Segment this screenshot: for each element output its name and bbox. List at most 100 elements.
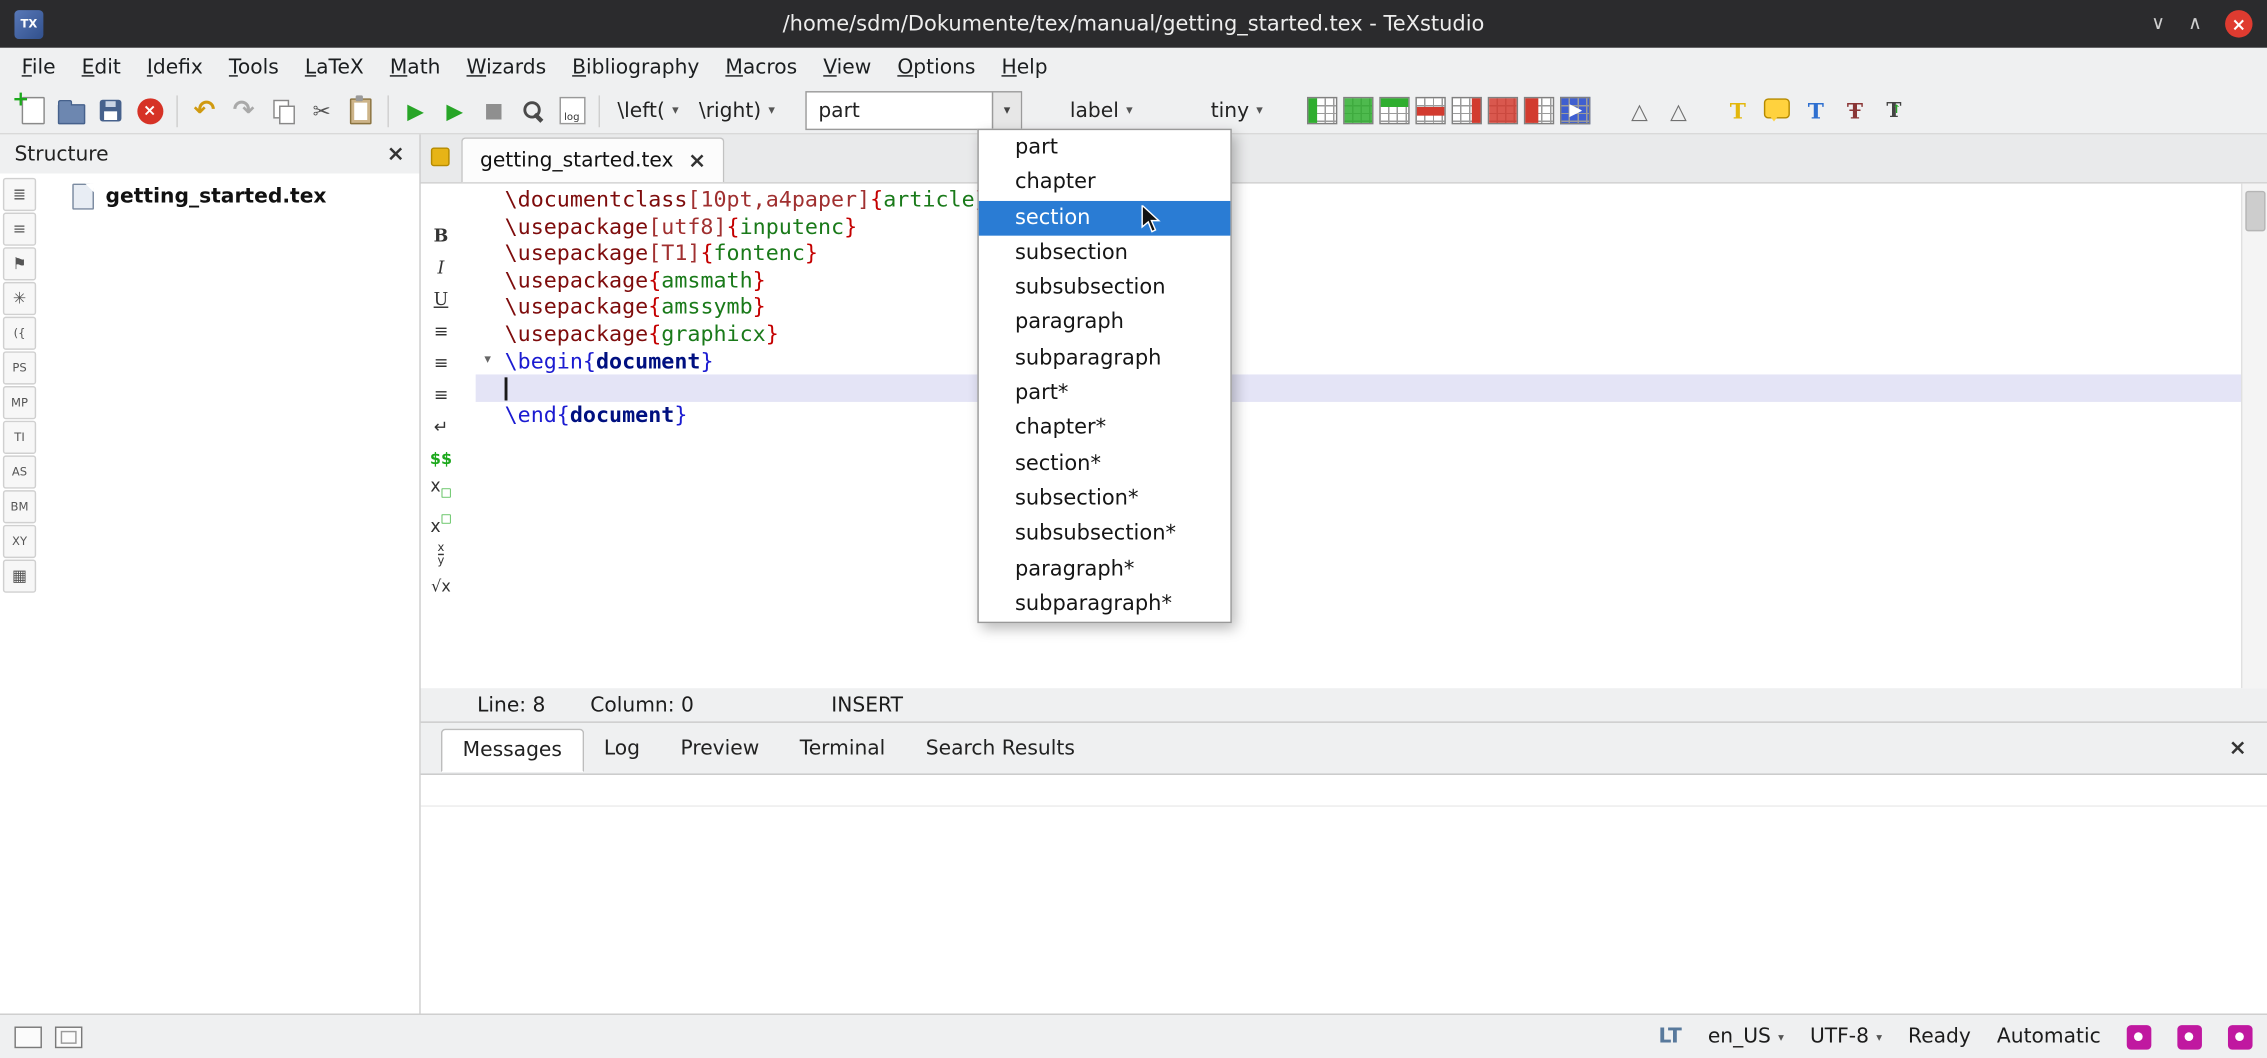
code-line-9[interactable]: \end{document} (505, 402, 988, 429)
redo-button[interactable]: ↷ (224, 92, 263, 130)
sqrt-icon[interactable]: √x (425, 571, 457, 600)
bookmarks-icon[interactable]: ⚑ (3, 247, 36, 280)
inline-math-icon[interactable]: $$ (425, 444, 457, 473)
code-line-2[interactable]: \usepackage[utf8]{inputenc} (505, 213, 988, 240)
brackets-icon[interactable]: ({ (3, 317, 36, 350)
dropdown-item-paragraph[interactable]: paragraph (979, 306, 1231, 341)
menu-item-view[interactable]: View (810, 51, 884, 86)
cut-button[interactable]: ✂ (302, 92, 341, 130)
beamer-icon[interactable]: BM (3, 490, 36, 523)
dropdown-item-subsubsection-star[interactable]: subsubsection* (979, 517, 1231, 552)
code-area[interactable]: \documentclass[10pt,a4paper]{article}\us… (505, 187, 988, 429)
tikz-icon[interactable]: TI (3, 421, 36, 454)
remove-column-icon[interactable] (1452, 97, 1482, 124)
align-right-icon[interactable]: ≡ (425, 380, 457, 409)
code-line-3[interactable]: \usepackage[T1]{fontenc} (505, 240, 988, 267)
tab-messages[interactable]: Messages (441, 728, 584, 771)
triangle-button-1[interactable]: △ (1620, 92, 1659, 130)
dropdown-item-section[interactable]: section (979, 200, 1231, 235)
subscript-icon[interactable]: x□ (425, 476, 457, 505)
italic-icon[interactable]: I (425, 253, 457, 282)
code-line-8[interactable] (505, 375, 988, 402)
structure-view-icon[interactable]: ≣ (3, 178, 36, 211)
dictionary-icon-2[interactable] (2177, 1024, 2202, 1049)
code-line-7[interactable]: \begin{document} (505, 348, 988, 375)
languagetool-icon[interactable]: LT (1658, 1025, 1681, 1048)
underline-icon[interactable]: U (425, 285, 457, 314)
menu-item-edit[interactable]: Edit (69, 51, 134, 86)
output-panel-close-button[interactable]: × (2229, 737, 2247, 759)
dropdown-item-part[interactable]: part (979, 130, 1231, 165)
superscript-text-button[interactable]: T (1874, 92, 1913, 130)
structure-root-item[interactable]: getting_started.tex (72, 184, 326, 210)
symbols-icon[interactable]: ✳ (3, 282, 36, 315)
misc-symbols-icon[interactable]: ▦ (3, 560, 36, 593)
tab-close-button[interactable]: × (688, 150, 706, 172)
minimize-icon[interactable]: ∨ (2151, 14, 2165, 33)
language-selector[interactable]: en_US▾ (1708, 1025, 1784, 1048)
code-line-5[interactable]: \usepackage{amssymb} (505, 294, 988, 321)
open-file-button[interactable] (52, 92, 91, 130)
superscript-icon[interactable]: x□ (425, 507, 457, 536)
scrollbar-thumb[interactable] (2245, 191, 2265, 231)
strikeout-button[interactable]: Ŧ (1835, 92, 1874, 130)
undo-button[interactable]: ↶ (185, 92, 224, 130)
asymptote-icon[interactable]: AS (3, 455, 36, 488)
tab-preview[interactable]: Preview (660, 728, 779, 768)
bold-icon[interactable]: B (425, 221, 457, 250)
view-button[interactable] (513, 92, 552, 130)
xy-icon[interactable]: XY (3, 525, 36, 558)
continuous-page-icon[interactable] (55, 1026, 82, 1048)
text-style-button[interactable]: T (1796, 92, 1835, 130)
window-close-button[interactable]: × (2225, 10, 2252, 37)
menu-item-file[interactable]: File (9, 51, 69, 86)
outline-view-icon[interactable]: ≡ (3, 213, 36, 246)
right-delimiter-combo[interactable]: \right)▾ (689, 93, 785, 128)
menu-item-bibliography[interactable]: Bibliography (559, 51, 712, 86)
dropdown-item-subsubsection[interactable]: subsubsection (979, 271, 1231, 306)
label-combo[interactable]: label▾ (1060, 93, 1143, 128)
fold-marker[interactable]: ▾ (484, 347, 491, 373)
copy-button[interactable] (263, 92, 302, 130)
code-line-1[interactable]: \documentclass[10pt,a4paper]{article} (505, 187, 988, 214)
chevron-down-icon[interactable]: ▾ (992, 93, 1021, 129)
insert-row-icon[interactable] (1380, 97, 1410, 124)
menu-item-tools[interactable]: Tools (216, 51, 292, 86)
font-size-combo[interactable]: tiny▾ (1201, 93, 1273, 128)
menu-item-options[interactable]: Options (884, 51, 988, 86)
dictionary-icon-3[interactable] (2228, 1024, 2253, 1049)
text-color-button[interactable]: T (1718, 92, 1757, 130)
align-left-icon[interactable]: ≡ (425, 317, 457, 346)
align-center-icon[interactable]: ≡ (425, 348, 457, 377)
structure-close-button[interactable]: × (387, 143, 405, 165)
dropdown-item-subsection[interactable]: subsection (979, 236, 1231, 271)
editor-scrollbar[interactable] (2241, 184, 2267, 689)
tab-terminal[interactable]: Terminal (780, 728, 906, 768)
new-file-button[interactable]: + (13, 92, 52, 130)
menu-item-idefix[interactable]: Idefix (134, 51, 216, 86)
menu-item-help[interactable]: Help (988, 51, 1060, 86)
metapost-icon[interactable]: MP (3, 386, 36, 419)
compile-button[interactable]: ▶ (435, 92, 474, 130)
code-line-6[interactable]: \usepackage{graphicx} (505, 321, 988, 348)
save-button[interactable] (91, 92, 130, 130)
insert-column-icon[interactable] (1308, 97, 1338, 124)
frac-icon[interactable]: xy (425, 539, 457, 568)
dropdown-item-section-star[interactable]: section* (979, 446, 1231, 481)
dropdown-item-subparagraph-star[interactable]: subparagraph* (979, 587, 1231, 622)
encoding-selector[interactable]: UTF-8▾ (1810, 1025, 1882, 1048)
comment-button[interactable] (1757, 92, 1796, 130)
stop-compile-button[interactable]: ■ (474, 92, 513, 130)
dropdown-item-part-star[interactable]: part* (979, 376, 1231, 411)
view-log-button[interactable]: log (552, 92, 591, 130)
menu-item-latex[interactable]: LaTeX (292, 51, 377, 86)
table-wizard-icon[interactable] (1561, 97, 1591, 124)
remove-row-icon[interactable] (1416, 97, 1446, 124)
build-and-view-button[interactable]: ▶ (396, 92, 435, 130)
merge-cells-icon[interactable] (1525, 97, 1555, 124)
dropdown-item-subsection-star[interactable]: subsection* (979, 481, 1231, 516)
left-delimiter-combo[interactable]: \left(▾ (607, 93, 689, 128)
dropdown-item-paragraph-star[interactable]: paragraph* (979, 552, 1231, 587)
insert-table-icon[interactable] (1344, 97, 1374, 124)
editor-tab[interactable]: getting_started.tex × (461, 137, 725, 182)
